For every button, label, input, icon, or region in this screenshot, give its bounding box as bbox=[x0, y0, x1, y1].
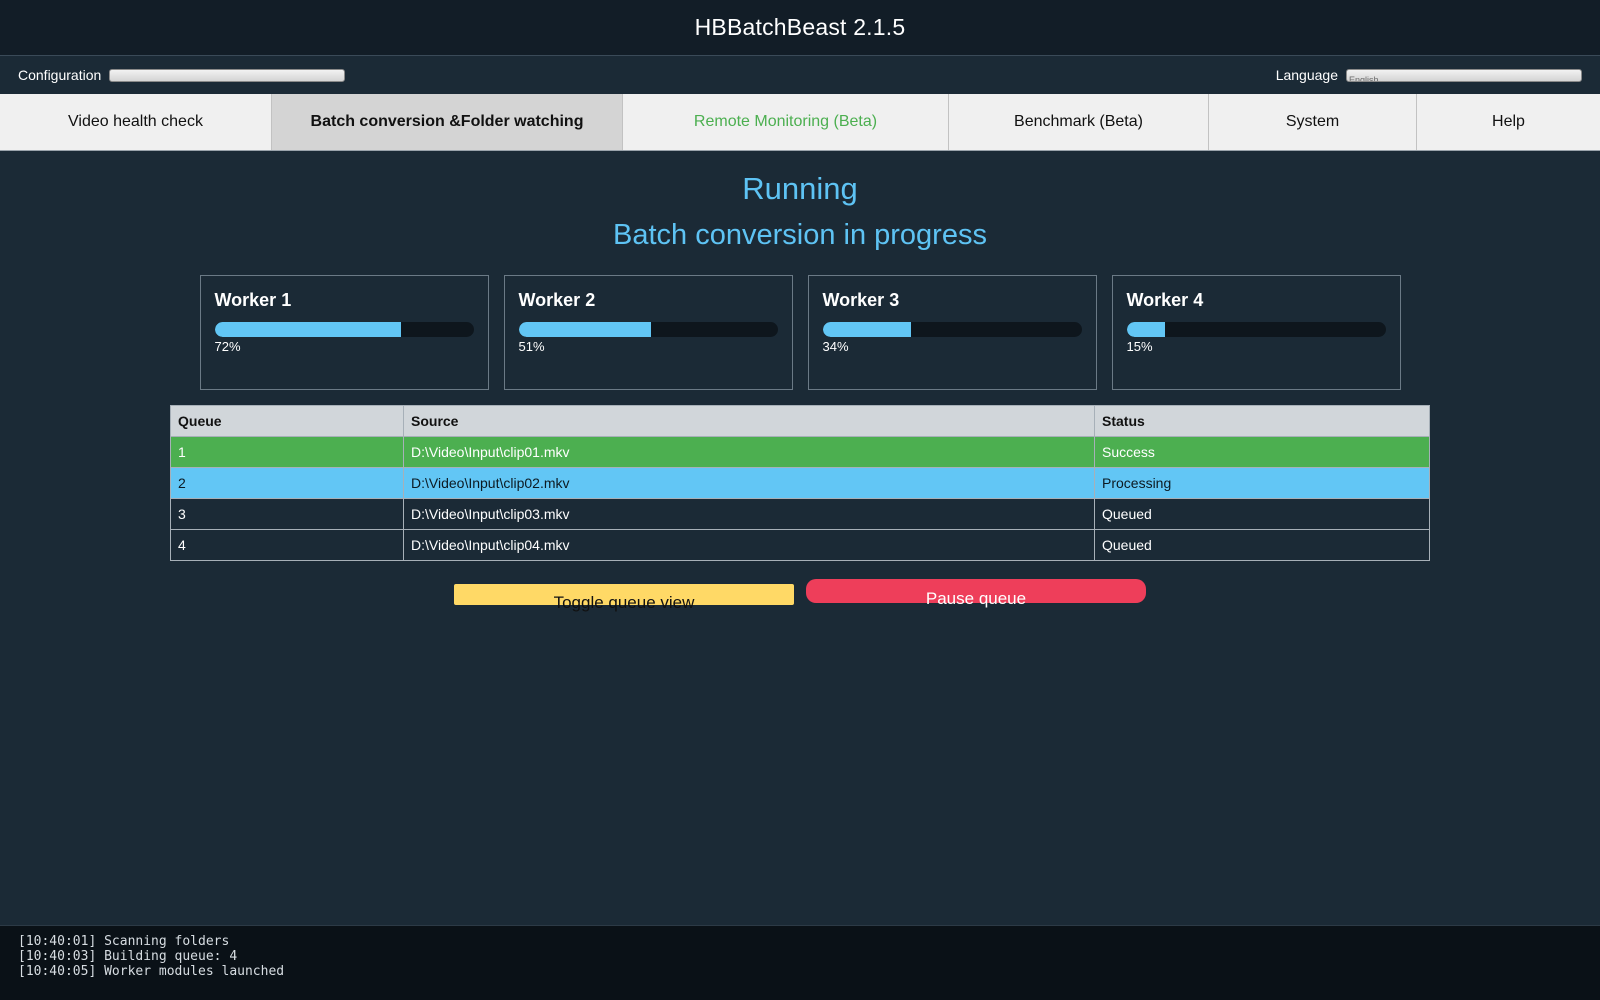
worker-panels: Worker 1 72% Worker 2 51% Worker 3 34% W… bbox=[0, 275, 1600, 390]
configuration-select[interactable] bbox=[109, 68, 346, 82]
progress-bar bbox=[214, 322, 474, 337]
tab-help[interactable]: Help bbox=[1417, 94, 1600, 150]
configuration-setting: Configuration bbox=[18, 67, 346, 83]
column-header-source[interactable]: Source bbox=[403, 405, 1095, 437]
table-row[interactable]: 2 D:\Video\Input\clip02.mkv Processing bbox=[170, 467, 1430, 499]
log-line: [10:40:05] Worker modules launched bbox=[18, 964, 285, 979]
settings-bar: Configuration Language English bbox=[0, 56, 1600, 94]
status-subtitle: Batch conversion in progress bbox=[613, 219, 987, 251]
toggle-queue-view-button[interactable]: Toggle queue view bbox=[454, 584, 794, 612]
main-tabs: Video health check Batch conversion &Fol… bbox=[0, 94, 1600, 151]
worker-name: Worker 1 bbox=[214, 290, 292, 310]
status-cell: Queued bbox=[1094, 498, 1430, 530]
column-header-status[interactable]: Status bbox=[1094, 405, 1430, 437]
source-cell: D:\Video\Input\clip03.mkv bbox=[403, 498, 1095, 530]
pause-queue-button[interactable]: Pause queue bbox=[806, 579, 1146, 608]
worker-card: Worker 3 34% bbox=[807, 275, 1097, 390]
worker-card: Worker 2 51% bbox=[503, 275, 793, 390]
worker-name: Worker 4 bbox=[1126, 290, 1204, 310]
log-line: [10:40:01] Scanning folders bbox=[18, 934, 230, 949]
progress-percent: 72% bbox=[214, 339, 241, 354]
source-cell: D:\Video\Input\clip02.mkv bbox=[403, 467, 1095, 499]
table-row[interactable]: 1 D:\Video\Input\clip01.mkv Success bbox=[170, 436, 1430, 468]
progress-bar bbox=[518, 322, 778, 337]
status-cell: Processing bbox=[1094, 467, 1430, 499]
progress-bar bbox=[822, 322, 1082, 337]
tab-system[interactable]: System bbox=[1209, 94, 1417, 150]
progress-fill bbox=[822, 322, 911, 337]
queue-cell: 3 bbox=[170, 498, 404, 530]
worker-name: Worker 3 bbox=[822, 290, 900, 310]
source-cell: D:\Video\Input\clip04.mkv bbox=[403, 529, 1095, 561]
table-row[interactable]: 4 D:\Video\Input\clip04.mkv Queued bbox=[170, 529, 1430, 561]
toggle-queue-view-label: Toggle queue view bbox=[553, 592, 695, 612]
table-header-row: Queue Source Status bbox=[170, 405, 1430, 437]
tab-video-health-check[interactable]: Video health check bbox=[0, 94, 272, 150]
progress-bar bbox=[1126, 322, 1386, 337]
worker-card: Worker 1 72% bbox=[199, 275, 489, 390]
queue-cell: 2 bbox=[170, 467, 404, 499]
language-label: Language bbox=[1275, 67, 1338, 83]
worker-name: Worker 2 bbox=[518, 290, 596, 310]
progress-percent: 34% bbox=[822, 339, 849, 354]
column-header-queue[interactable]: Queue bbox=[170, 405, 404, 437]
pause-queue-label: Pause queue bbox=[925, 589, 1027, 608]
app-title: HBBatchBeast 2.1.5 bbox=[0, 0, 1600, 56]
tab-batch-conversion[interactable]: Batch conversion &Folder watching bbox=[272, 94, 623, 150]
worker-card: Worker 4 15% bbox=[1111, 275, 1401, 390]
language-setting: Language English bbox=[1276, 67, 1582, 83]
progress-fill bbox=[1126, 322, 1166, 337]
table-row[interactable]: 3 D:\Video\Input\clip03.mkv Queued bbox=[170, 498, 1430, 530]
source-cell: D:\Video\Input\clip01.mkv bbox=[403, 436, 1095, 468]
tab-benchmark[interactable]: Benchmark (Beta) bbox=[949, 94, 1209, 150]
progress-percent: 51% bbox=[518, 339, 545, 354]
configuration-label: Configuration bbox=[18, 67, 102, 83]
status-cell: Queued bbox=[1094, 529, 1430, 561]
queue-cell: 4 bbox=[170, 529, 404, 561]
queue-cell: 1 bbox=[170, 436, 404, 468]
log-line: [10:40:03] Building queue: 4 bbox=[18, 949, 238, 964]
language-select[interactable]: English bbox=[1346, 68, 1582, 82]
progress-fill bbox=[518, 322, 651, 337]
queue-table: Queue Source Status 1 D:\Video\Input\cli… bbox=[170, 405, 1430, 561]
progress-fill bbox=[214, 322, 401, 337]
status-title: Running bbox=[742, 171, 858, 206]
progress-percent: 15% bbox=[1126, 339, 1153, 354]
status-cell: Success bbox=[1094, 436, 1430, 468]
log-console: [10:40:01] Scanning folders [10:40:03] B… bbox=[0, 925, 1600, 1000]
tab-remote-monitoring[interactable]: Remote Monitoring (Beta) bbox=[623, 94, 949, 150]
